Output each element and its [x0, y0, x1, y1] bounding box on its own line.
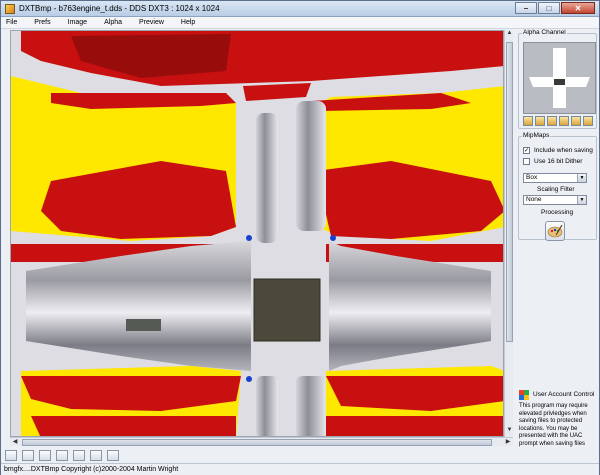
title-bar: DXTBmp - b763engine_t.dds - DDS DXT3 : 1… — [1, 1, 599, 17]
close-icon: ✕ — [574, 4, 582, 13]
menu-alpha[interactable]: Alpha — [104, 19, 122, 26]
alpha-toolbar — [523, 116, 595, 126]
mipmaps-label: MipMaps — [522, 132, 551, 139]
palette-button[interactable] — [545, 221, 565, 241]
scroll-left-icon[interactable]: ◀ — [10, 438, 20, 447]
include-when-saving-row[interactable]: ✓ Include when saving — [523, 147, 593, 154]
export-alpha-icon[interactable] — [559, 116, 569, 126]
scaling-select-value: None — [526, 196, 542, 203]
open-alpha-icon[interactable] — [523, 116, 533, 126]
zoom-icon[interactable] — [107, 449, 119, 461]
minimize-icon: – — [523, 4, 529, 13]
camera-icon[interactable] — [5, 449, 17, 461]
include-when-saving-checkbox[interactable]: ✓ — [523, 147, 530, 154]
menu-preview[interactable]: Preview — [139, 19, 164, 26]
menu-bar: File Prefs Image Alpha Preview Help — [1, 17, 599, 29]
alpha-channel-group: Alpha Channel — [518, 29, 597, 129]
use-16bit-dither-row[interactable]: Use 16 bit Dither — [523, 158, 582, 165]
maximize-icon: □ — [546, 4, 552, 13]
menu-file[interactable]: File — [6, 19, 17, 26]
scaling-select[interactable]: None ▼ — [523, 195, 587, 205]
status-text: bmgfx....DXTBmp Copyright (c)2000-2004 M… — [4, 466, 179, 473]
scaling-filter-label: Scaling Filter — [537, 186, 575, 193]
minimize-button[interactable]: – — [515, 2, 537, 14]
chevron-down-icon[interactable]: ▼ — [577, 174, 586, 182]
menu-image[interactable]: Image — [68, 19, 87, 26]
horizontal-scroll-thumb[interactable] — [22, 439, 492, 446]
filter-select[interactable]: Box ▼ — [523, 173, 587, 183]
app-window: DXTBmp - b763engine_t.dds - DDS DXT3 : 1… — [0, 0, 600, 475]
palette-icon — [547, 224, 563, 238]
status-bar: bmgfx....DXTBmp Copyright (c)2000-2004 M… — [1, 463, 599, 475]
uac-body: This program may require elevated privle… — [519, 403, 588, 447]
texture-image — [11, 31, 503, 436]
include-when-saving-label: Include when saving — [534, 147, 593, 154]
app-icon — [5, 4, 15, 14]
monitor-icon[interactable] — [90, 449, 102, 461]
export-icon[interactable] — [73, 449, 85, 461]
processing-label: Processing — [541, 209, 574, 216]
save-icon[interactable] — [56, 449, 68, 461]
scroll-right-icon[interactable]: ▶ — [503, 438, 513, 447]
alpha-preview[interactable] — [523, 42, 596, 114]
menu-prefs[interactable]: Prefs — [34, 19, 50, 26]
window-title: DXTBmp - b763engine_t.dds - DDS DXT3 : 1… — [19, 4, 220, 13]
menu-help[interactable]: Help — [181, 19, 195, 26]
chevron-down-icon[interactable]: ▼ — [577, 196, 586, 204]
use-16bit-dither-label: Use 16 bit Dither — [534, 158, 583, 165]
vertical-scrollbar[interactable]: ▲ ▼ — [504, 30, 513, 437]
bottom-toolbar — [1, 448, 599, 462]
zoom-alpha-icon[interactable] — [583, 116, 593, 126]
horizontal-scrollbar[interactable]: ◀ ▶ — [10, 437, 513, 446]
view-alpha-icon[interactable] — [571, 116, 581, 126]
uac-title: User Account Control — [533, 391, 595, 398]
scroll-down-icon[interactable]: ▼ — [505, 427, 514, 437]
use-16bit-dither-checkbox[interactable] — [523, 158, 530, 165]
vertical-scroll-thumb[interactable] — [506, 42, 513, 342]
save-alpha-icon[interactable] — [547, 116, 557, 126]
open-file-icon[interactable] — [22, 449, 34, 461]
image-canvas[interactable] — [10, 30, 504, 437]
import-alpha-icon[interactable] — [535, 116, 545, 126]
import-icon[interactable] — [39, 449, 51, 461]
alpha-channel-label: Alpha Channel — [522, 29, 567, 36]
window-controls: – □ ✕ — [514, 2, 595, 15]
shield-icon — [519, 390, 529, 400]
close-button[interactable]: ✕ — [561, 2, 595, 14]
side-panel: Alpha Channel MipMaps ✓ Include when sav… — [515, 29, 599, 462]
scroll-up-icon[interactable]: ▲ — [505, 30, 514, 40]
alpha-preview-image — [524, 43, 595, 113]
filter-select-value: Box — [526, 174, 538, 181]
maximize-button[interactable]: □ — [538, 2, 560, 14]
